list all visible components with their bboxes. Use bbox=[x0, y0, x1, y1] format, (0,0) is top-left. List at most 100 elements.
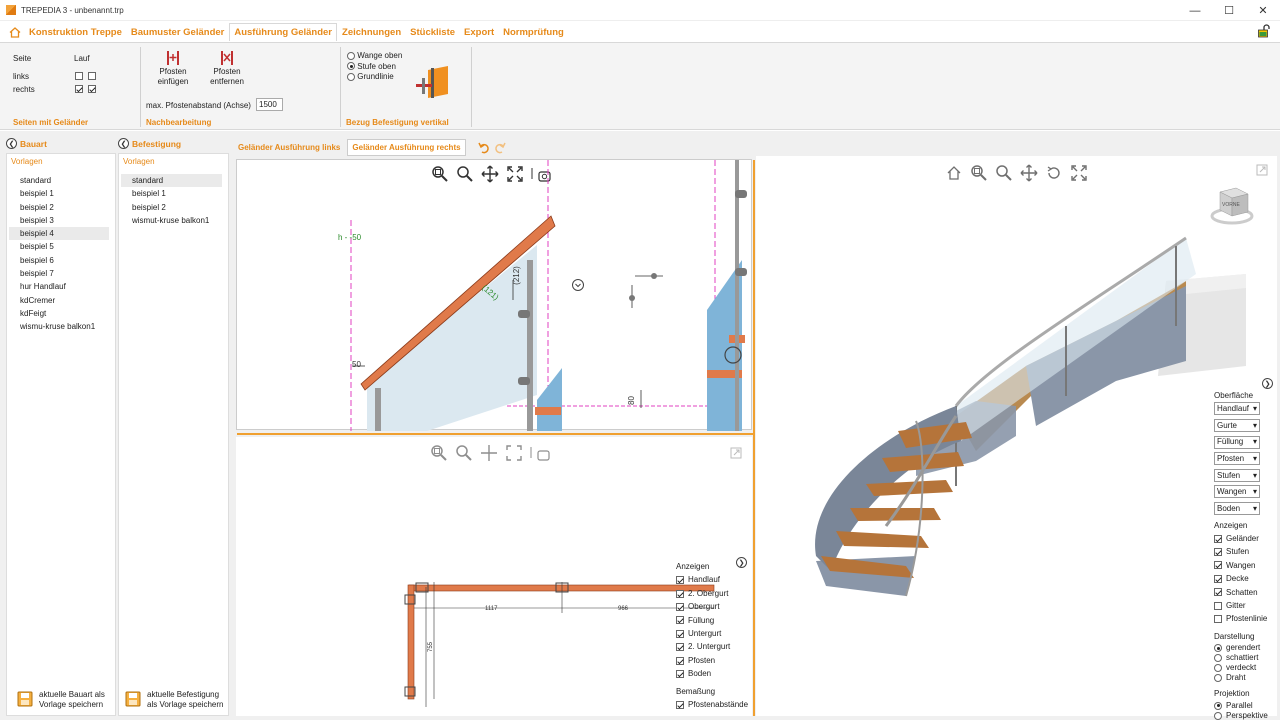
links-lauf-checkbox[interactable] bbox=[88, 72, 96, 80]
list-item[interactable]: standard bbox=[121, 174, 222, 188]
home-icon[interactable] bbox=[5, 23, 25, 41]
list-item[interactable]: standard bbox=[9, 174, 109, 187]
bauart-vorlagen-label: Vorlagen bbox=[11, 157, 43, 166]
undo-icon[interactable] bbox=[477, 142, 490, 154]
anzeigen-2d-checkbox[interactable] bbox=[676, 602, 684, 611]
pfostenabstand-input[interactable]: 1500 bbox=[256, 98, 283, 111]
wange-oben-radio[interactable] bbox=[347, 51, 355, 60]
pan-icon[interactable] bbox=[1019, 164, 1039, 182]
anzeigen-3d-checkbox[interactable] bbox=[1214, 574, 1222, 583]
expand-icon[interactable] bbox=[1256, 164, 1268, 176]
bauart-header[interactable]: ❮ Bauart bbox=[6, 138, 47, 149]
list-item[interactable]: beispiel 3 bbox=[9, 214, 109, 227]
darstellung-radio[interactable] bbox=[1214, 644, 1222, 653]
oberflaeche-select[interactable]: Füllung ▾ bbox=[1214, 435, 1260, 449]
oberflaeche-select[interactable]: Handlauf ▾ bbox=[1214, 402, 1260, 416]
anzeigen-3d-checkbox[interactable] bbox=[1214, 588, 1222, 597]
oberflaeche-select[interactable]: Pfosten ▾ bbox=[1214, 452, 1260, 466]
view-splitter-vertical[interactable] bbox=[753, 160, 755, 716]
anzeigen-3d-checkbox[interactable] bbox=[1214, 534, 1222, 543]
anzeigen-2d-label: Pfosten bbox=[688, 655, 716, 665]
chevron-down-icon: ▾ bbox=[1252, 420, 1257, 430]
list-item[interactable]: beispiel 5 bbox=[9, 240, 109, 253]
view-cube[interactable]: VORNE bbox=[1210, 182, 1254, 226]
oberflaeche-select[interactable]: Stufen ▾ bbox=[1214, 468, 1260, 482]
anzeigen-2d-checkbox[interactable] bbox=[676, 629, 684, 638]
tab-gelaender-rechts[interactable]: Geländer Ausführung rechts bbox=[347, 139, 466, 156]
stufe-oben-radio[interactable] bbox=[347, 62, 355, 71]
anzeigen-3d-checkbox[interactable] bbox=[1214, 548, 1222, 557]
list-item[interactable]: beispiel 1 bbox=[9, 187, 109, 200]
list-item[interactable]: beispiel 2 bbox=[121, 201, 222, 214]
anzeigen-2d-checkbox[interactable] bbox=[676, 656, 684, 665]
anzeigen-2d-checkbox[interactable] bbox=[676, 669, 684, 678]
darstellung-radio[interactable] bbox=[1214, 654, 1222, 663]
maximize-button[interactable]: ☐ bbox=[1212, 0, 1246, 21]
list-item[interactable]: beispiel 1 bbox=[121, 187, 222, 200]
menu-stueckliste[interactable]: Stückliste bbox=[406, 24, 459, 41]
zoom-window-icon[interactable] bbox=[969, 164, 989, 182]
chevron-left-icon[interactable]: ❮ bbox=[118, 138, 129, 149]
menu-normpruefung[interactable]: Normprüfung bbox=[499, 24, 568, 41]
projektion-radio[interactable] bbox=[1214, 711, 1222, 720]
bemassung-checkbox[interactable] bbox=[676, 700, 684, 709]
menu-konstruktion-treppe[interactable]: Konstruktion Treppe bbox=[25, 24, 126, 41]
minimize-button[interactable]: — bbox=[1178, 0, 1212, 21]
list-item[interactable]: wismu-kruse balkon1 bbox=[9, 320, 109, 333]
unlock-icon[interactable] bbox=[1257, 24, 1271, 38]
anzeigen-2d-row: Füllung bbox=[676, 614, 748, 627]
view-splitter-horizontal[interactable] bbox=[237, 433, 754, 435]
rotate-icon[interactable] bbox=[1044, 164, 1064, 182]
darstellung-radio[interactable] bbox=[1214, 664, 1222, 673]
fit-extent-icon[interactable] bbox=[1069, 164, 1089, 182]
list-item[interactable]: hur Handlauf bbox=[9, 280, 109, 293]
list-item[interactable]: beispiel 4 bbox=[9, 227, 109, 241]
rechts-lauf-checkbox[interactable] bbox=[88, 85, 96, 93]
befestigung-title: Befestigung bbox=[132, 138, 182, 149]
pfosten-entfernen-button[interactable]: Pfosten entfernen bbox=[207, 49, 247, 87]
anzeigen-3d-checkbox[interactable] bbox=[1214, 561, 1222, 570]
oberflaeche-select[interactable]: Gurte ▾ bbox=[1214, 419, 1260, 432]
home-view-icon[interactable] bbox=[944, 164, 964, 182]
rechts-seite-checkbox[interactable] bbox=[75, 85, 83, 93]
oberflaeche-select[interactable]: Wangen ▾ bbox=[1214, 485, 1260, 499]
elevation-view[interactable]: h - -50 50 (212) (121) 80 bbox=[236, 159, 752, 431]
anzeigen-2d-checkbox[interactable] bbox=[676, 616, 684, 625]
links-seite-checkbox[interactable] bbox=[75, 72, 83, 80]
befestigung-header[interactable]: ❮ Befestigung bbox=[118, 138, 181, 149]
3d-view[interactable]: VORNE Oberfläche Handlauf ▾ Gurte ▾ Füllung ▾… bbox=[756, 156, 1277, 720]
oberflaeche-select[interactable]: Boden ▾ bbox=[1214, 501, 1260, 515]
anzeigen-3d-row: Stufen bbox=[1214, 545, 1268, 558]
anzeigen-3d-label: Stufen bbox=[1226, 547, 1250, 557]
post-remove-icon bbox=[221, 51, 233, 65]
menu-zeichnungen[interactable]: Zeichnungen bbox=[338, 24, 405, 41]
grundlinie-radio[interactable] bbox=[347, 72, 355, 81]
befestigung-save-button[interactable]: aktuelle Befestigung als Vorlage speicher… bbox=[125, 690, 224, 710]
tab-gelaender-links[interactable]: Geländer Ausführung links bbox=[233, 139, 345, 156]
list-item[interactable]: beispiel 6 bbox=[9, 254, 109, 267]
pfosten-einfuegen-button[interactable]: Pfosten einfügen bbox=[154, 49, 192, 87]
darstellung-radio[interactable] bbox=[1214, 674, 1222, 683]
anzeigen-3d-checkbox[interactable] bbox=[1214, 615, 1222, 624]
close-button[interactable]: ✕ bbox=[1246, 0, 1280, 21]
projektion-radio[interactable] bbox=[1214, 701, 1222, 710]
list-item[interactable]: wismut-kruse balkon1 bbox=[121, 214, 222, 227]
chevron-left-icon[interactable]: ❮ bbox=[6, 138, 17, 149]
list-item[interactable]: kdFeigt bbox=[9, 307, 109, 320]
plan-view[interactable]: 1117 966 755 Anzeigen Handlauf 2. Obergur… bbox=[236, 437, 752, 716]
list-item[interactable]: beispiel 2 bbox=[9, 201, 109, 214]
bauart-save-button[interactable]: aktuelle Bauart als Vorlage speichern bbox=[17, 690, 105, 710]
anzeigen-3d-checkbox[interactable] bbox=[1214, 601, 1222, 610]
menu-ausfuehrung-gelaender[interactable]: Ausführung Geländer bbox=[229, 23, 338, 41]
chevron-right-icon[interactable]: ❯ bbox=[1262, 378, 1273, 389]
menu-export[interactable]: Export bbox=[460, 24, 498, 41]
redo-icon[interactable] bbox=[494, 142, 506, 154]
anzeigen-2d-checkbox[interactable] bbox=[676, 589, 684, 598]
anzeigen-2d-checkbox[interactable] bbox=[676, 643, 684, 652]
chevron-right-icon[interactable]: ❯ bbox=[736, 557, 747, 568]
anzeigen-2d-checkbox[interactable] bbox=[676, 576, 684, 585]
list-item[interactable]: beispiel 7 bbox=[9, 267, 109, 280]
list-item[interactable]: kdCremer bbox=[9, 294, 109, 307]
menu-baumuster-gelaender[interactable]: Baumuster Geländer bbox=[127, 24, 228, 41]
zoom-icon[interactable] bbox=[994, 164, 1014, 182]
